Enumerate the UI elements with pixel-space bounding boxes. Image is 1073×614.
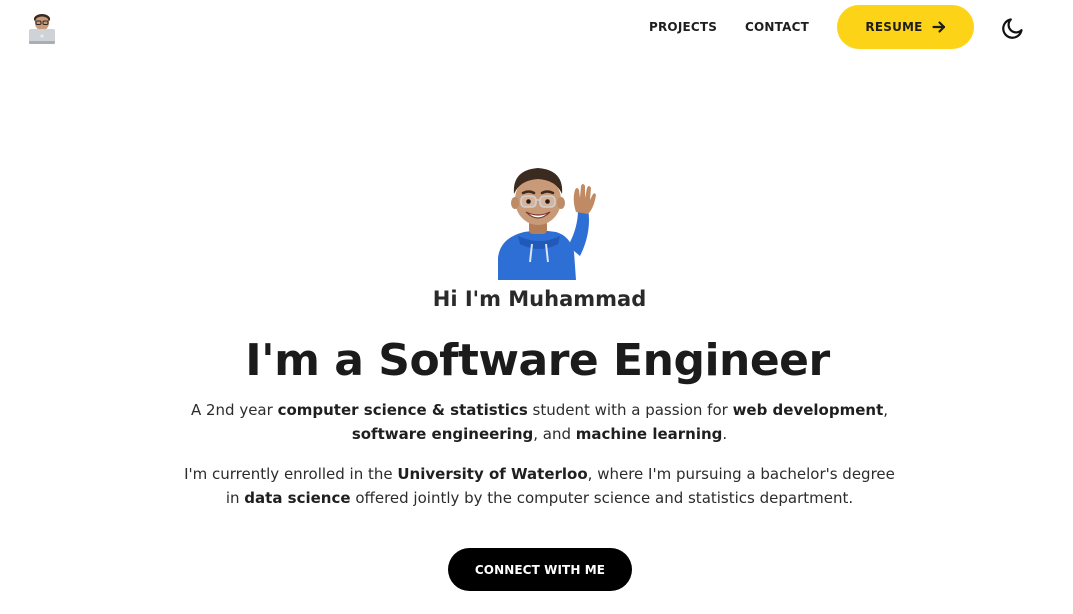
intro-text: . [722,425,728,443]
education-text: I'm currently enrolled in the [184,465,398,483]
intro-interest-emphasis: web development [732,401,884,419]
nav-contact-link[interactable]: CONTACT [745,19,809,35]
education-line-1: I'm currently enrolled in the University… [0,462,1073,486]
nav-projects-link[interactable]: PROJECTS [649,19,717,35]
top-nav: PROJECTS CONTACT RESUME [0,0,1073,56]
program-emphasis: data science [244,489,351,507]
intro-line-2: software engineering, and machine learni… [0,422,1073,446]
intro-line-1: A 2nd year computer science & statistics… [0,398,1073,422]
education-line-2: in data science offered jointly by the c… [0,486,1073,510]
connect-with-me-button[interactable]: CONNECT WITH ME [448,548,632,591]
greeting-text: Hi I'm Muhammad [432,287,647,311]
education-text: offered jointly by the computer science … [350,489,854,507]
resume-button[interactable]: RESUME [837,5,974,49]
education-text: , where I'm pursuing a bachelor's degree [587,465,895,483]
theme-toggle-button[interactable] [1000,15,1026,41]
intro-text: student with a passion for [527,401,733,419]
moon-icon [1002,18,1023,39]
intro-degree-emphasis: computer science & statistics [277,401,528,419]
logo-memoji-icon[interactable] [28,12,56,45]
intro-text: , [883,401,889,419]
education-text: in [225,489,245,507]
intro-text: A 2nd year [190,401,278,419]
arrow-right-icon [931,21,945,33]
intro-interest-emphasis: machine learning [575,425,723,443]
intro-interest-emphasis: software engineering [351,425,534,443]
page-title: I'm a Software Engineer [245,335,830,386]
avatar-memoji-waving-icon [484,166,596,280]
intro-text: , and [533,425,576,443]
university-emphasis: University of Waterloo [397,465,588,483]
resume-button-label: RESUME [865,20,923,34]
